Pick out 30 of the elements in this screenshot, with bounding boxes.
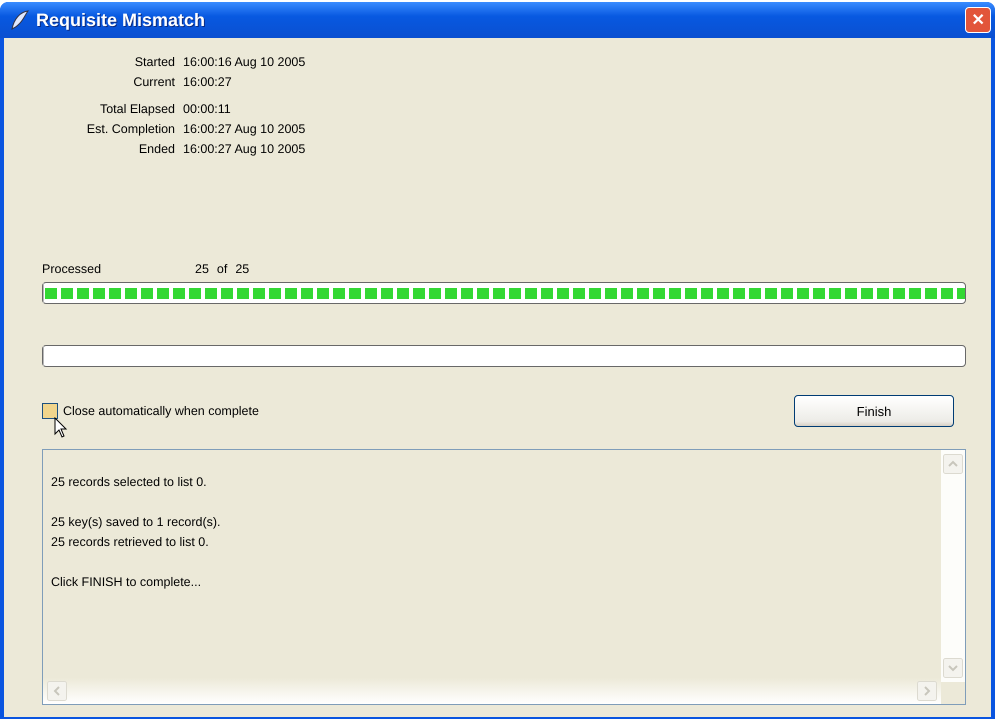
checkbox[interactable] bbox=[42, 403, 58, 419]
time-label: Started bbox=[134, 54, 175, 71]
scroll-right-icon[interactable] bbox=[917, 681, 937, 701]
vertical-scrollbar[interactable] bbox=[941, 450, 965, 682]
finish-button[interactable]: Finish bbox=[794, 395, 954, 427]
window-title: Requisite Mismatch bbox=[36, 10, 206, 30]
time-value: 16:00:16 Aug 10 2005 bbox=[183, 54, 306, 71]
scroll-up-icon[interactable] bbox=[943, 454, 963, 474]
time-value: 16:00:27 Aug 10 2005 bbox=[183, 121, 306, 138]
scroll-left-icon[interactable] bbox=[47, 681, 67, 701]
processed-count: 25 bbox=[195, 261, 209, 278]
scroll-down-icon[interactable] bbox=[943, 658, 963, 678]
processed-label: Processed bbox=[42, 261, 102, 278]
time-label: Ended bbox=[138, 141, 175, 158]
log-line: Click FINISH to complete... bbox=[51, 574, 202, 591]
horizontal-scrollbar[interactable] bbox=[43, 678, 941, 704]
close-button[interactable]: ✕ bbox=[965, 7, 991, 33]
checkbox-label[interactable]: Close automatically when complete bbox=[63, 404, 259, 418]
time-label: Est. Completion bbox=[86, 121, 175, 138]
log-line: 25 key(s) saved to 1 record(s). bbox=[51, 514, 222, 531]
processed-of: of bbox=[216, 261, 228, 278]
processed-total: 25 bbox=[235, 261, 250, 278]
log-line: 25 records selected to list 0. bbox=[51, 474, 208, 491]
time-value: 16:00:27 bbox=[183, 74, 233, 91]
time-value: 00:00:11 bbox=[183, 101, 232, 118]
time-value: 16:00:27 Aug 10 2005 bbox=[183, 141, 306, 158]
time-label: Total Elapsed bbox=[98, 101, 175, 118]
log-line: 25 records retrieved to list 0. bbox=[51, 534, 210, 551]
mouse-cursor-icon bbox=[54, 417, 68, 439]
time-label: Current bbox=[132, 74, 175, 91]
